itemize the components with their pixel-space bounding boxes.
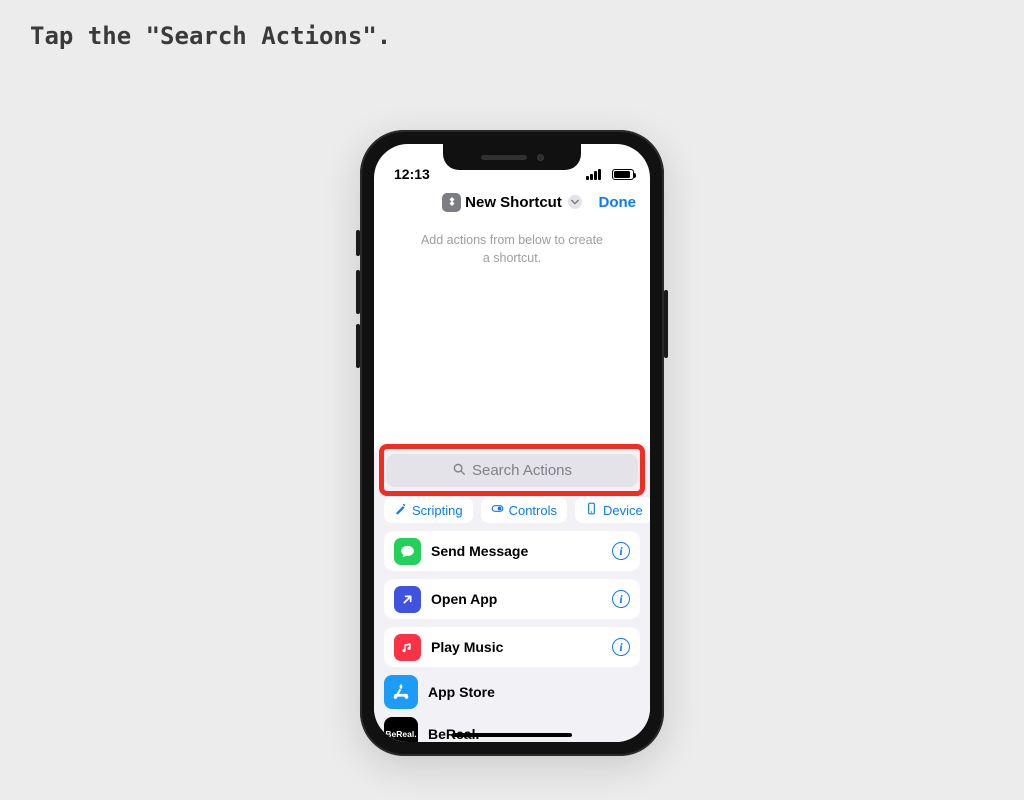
app-bereal[interactable]: BeReal. BeReal.	[384, 717, 640, 742]
side-button-silence	[356, 230, 360, 256]
shortcut-title-label: New Shortcut	[465, 194, 562, 211]
side-button-volume-down	[356, 324, 360, 368]
switch-icon	[491, 502, 504, 518]
canvas-hint: Add actions from below to create a short…	[374, 220, 650, 267]
screen: 12:13 New Shortcut Done	[374, 144, 650, 742]
app-appstore[interactable]: App Store	[384, 675, 640, 709]
battery-icon	[612, 169, 634, 180]
phone-frame: 12:13 New Shortcut Done	[360, 130, 664, 756]
phone-icon	[585, 502, 598, 518]
chip-scripting[interactable]: Scripting	[384, 497, 473, 523]
info-icon[interactable]: i	[612, 542, 630, 560]
action-play-music[interactable]: Play Music i	[384, 627, 640, 667]
speaker-grille	[481, 155, 527, 160]
chevron-down-icon	[568, 195, 582, 209]
music-icon	[394, 634, 421, 661]
chip-label: Controls	[509, 503, 557, 518]
side-button-volume-up	[356, 270, 360, 314]
appstore-icon	[384, 675, 418, 709]
info-icon[interactable]: i	[612, 638, 630, 656]
status-time: 12:13	[394, 166, 430, 182]
chip-device[interactable]: Device	[575, 497, 650, 523]
app-label: App Store	[428, 684, 640, 700]
search-actions-input[interactable]: Search Actions	[386, 454, 638, 487]
wand-icon	[394, 502, 407, 518]
shortcut-title-button[interactable]: New Shortcut	[442, 193, 582, 212]
notch	[443, 144, 581, 170]
action-label: Open App	[431, 591, 602, 607]
apps-list: App Store BeReal. BeReal.	[374, 667, 650, 742]
chip-label: Scripting	[412, 503, 463, 518]
action-label: Send Message	[431, 543, 602, 559]
side-button-power	[664, 290, 668, 358]
home-indicator[interactable]	[452, 733, 572, 738]
front-camera	[537, 154, 544, 161]
actions-sheet: Search Actions Scripting Controls Device	[374, 444, 650, 742]
cellular-signal-icon	[586, 169, 602, 180]
canvas-hint-line: Add actions from below to create	[414, 232, 610, 250]
chip-label: Device	[603, 503, 643, 518]
suggested-actions-list: Send Message i Open App i Play Music i	[374, 531, 650, 667]
search-placeholder: Search Actions	[472, 462, 572, 479]
done-button[interactable]: Done	[599, 194, 637, 211]
instruction-text: Tap the "Search Actions".	[30, 22, 391, 50]
info-icon[interactable]: i	[612, 590, 630, 608]
canvas-hint-line: a shortcut.	[414, 250, 610, 268]
bereal-icon: BeReal.	[384, 717, 418, 742]
shortcuts-icon	[442, 193, 461, 212]
category-chips: Scripting Controls Device	[374, 495, 650, 531]
action-open-app[interactable]: Open App i	[384, 579, 640, 619]
search-icon	[452, 462, 466, 480]
messages-icon	[394, 538, 421, 565]
action-label: Play Music	[431, 639, 602, 655]
action-send-message[interactable]: Send Message i	[384, 531, 640, 571]
open-app-icon	[394, 586, 421, 613]
nav-bar: New Shortcut Done	[374, 184, 650, 220]
chip-controls[interactable]: Controls	[481, 497, 567, 523]
